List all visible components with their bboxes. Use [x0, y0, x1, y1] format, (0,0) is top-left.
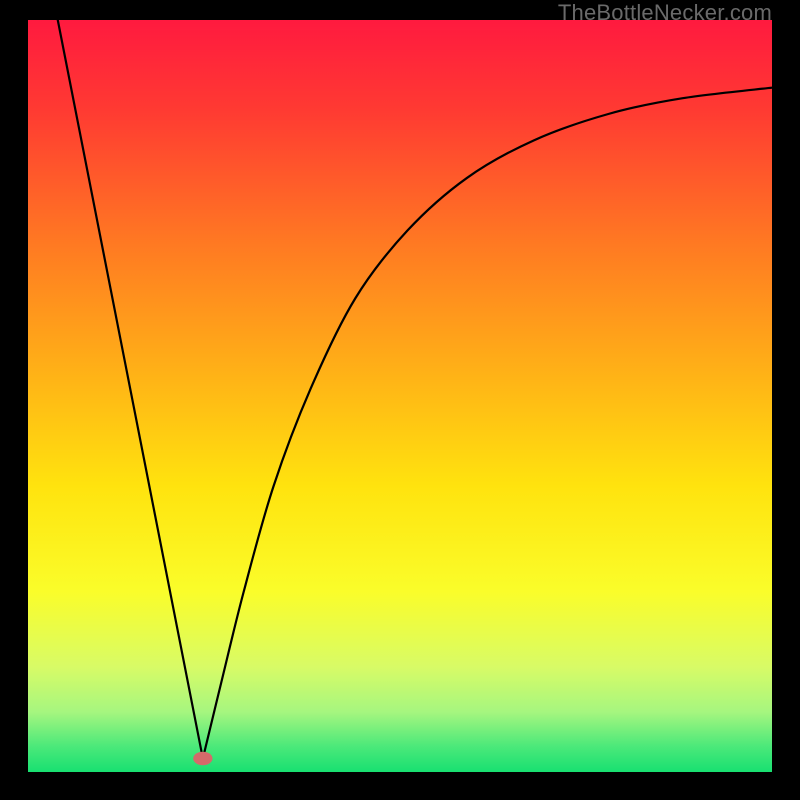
gradient-background: [28, 20, 772, 772]
bottleneck-chart: [28, 20, 772, 772]
minimum-marker: [193, 752, 212, 766]
watermark-label: TheBottleNecker.com: [558, 0, 772, 26]
chart-frame: [28, 20, 772, 772]
